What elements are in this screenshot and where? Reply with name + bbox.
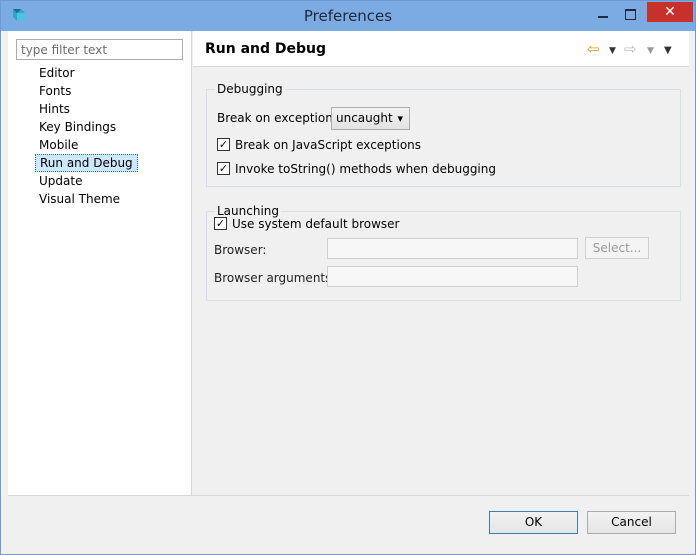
tree-item-update[interactable]: Update bbox=[35, 172, 138, 190]
view-menu-icon[interactable]: ▼ bbox=[664, 43, 672, 59]
forward-history-chevron-icon[interactable]: ▼ bbox=[647, 43, 654, 59]
break-on-exceptions-value: uncaught bbox=[336, 111, 393, 125]
tree-item-mobile[interactable]: Mobile bbox=[35, 136, 138, 154]
forward-arrow-icon[interactable]: ⇨ bbox=[624, 41, 637, 57]
debugging-group-label: Debugging bbox=[215, 82, 285, 96]
title-bar[interactable]: Preferences ✕ bbox=[1, 1, 695, 31]
back-history-chevron-icon[interactable]: ▼ bbox=[609, 43, 616, 59]
browser-arguments-label: Browser arguments: bbox=[214, 271, 336, 285]
filter-input[interactable] bbox=[16, 39, 183, 60]
use-system-browser-checkbox[interactable]: ✓ bbox=[214, 217, 227, 230]
break-on-exceptions-select[interactable]: uncaught ▾ bbox=[331, 107, 410, 130]
minimize-button[interactable] bbox=[594, 7, 612, 21]
browser-arguments-field[interactable] bbox=[327, 266, 578, 287]
launching-group-label: Launching bbox=[215, 204, 282, 218]
select-browser-button[interactable]: Select... bbox=[585, 237, 649, 259]
window-title: Preferences bbox=[303, 7, 393, 25]
use-system-browser-label[interactable]: Use system default browser bbox=[232, 217, 399, 231]
tree-item-editor[interactable]: Editor bbox=[35, 64, 138, 82]
tree-item-visual-theme[interactable]: Visual Theme bbox=[35, 190, 138, 208]
page-header: Run and Debug ⇦ ▼ ⇨ ▼ ▼ bbox=[193, 31, 689, 67]
tree-item-hints[interactable]: Hints bbox=[35, 100, 138, 118]
footer-divider bbox=[8, 495, 689, 496]
preference-page: Run and Debug ⇦ ▼ ⇨ ▼ ▼ Debugging Break … bbox=[193, 31, 689, 495]
invoke-tostring-checkbox[interactable]: ✓ bbox=[217, 162, 230, 175]
preference-tree: Editor Fonts Hints Key Bindings Mobile R… bbox=[35, 64, 138, 208]
page-title: Run and Debug bbox=[205, 41, 327, 57]
break-on-js-exceptions-checkbox[interactable]: ✓ bbox=[217, 138, 230, 151]
chevron-down-icon: ▾ bbox=[397, 112, 403, 125]
browser-field[interactable] bbox=[327, 238, 578, 259]
invoke-tostring-label[interactable]: Invoke toString() methods when debugging bbox=[235, 162, 496, 176]
tree-item-fonts[interactable]: Fonts bbox=[35, 82, 138, 100]
tree-item-run-and-debug[interactable]: Run and Debug bbox=[35, 154, 138, 172]
dialog-client-area: Editor Fonts Hints Key Bindings Mobile R… bbox=[8, 31, 689, 548]
close-button[interactable]: ✕ bbox=[647, 2, 693, 22]
maximize-button[interactable] bbox=[621, 7, 639, 21]
ok-button[interactable]: OK bbox=[489, 511, 578, 534]
browser-label: Browser: bbox=[214, 243, 267, 257]
cancel-button[interactable]: Cancel bbox=[587, 511, 676, 534]
break-on-js-exceptions-label[interactable]: Break on JavaScript exceptions bbox=[235, 138, 421, 152]
back-arrow-icon[interactable]: ⇦ bbox=[587, 41, 600, 57]
break-on-exceptions-label: Break on exceptions: bbox=[217, 111, 344, 125]
preference-tree-pane: Editor Fonts Hints Key Bindings Mobile R… bbox=[8, 31, 192, 495]
preferences-window: Preferences ✕ Editor Fonts Hints Key Bin… bbox=[0, 0, 696, 555]
tree-item-key-bindings[interactable]: Key Bindings bbox=[35, 118, 138, 136]
